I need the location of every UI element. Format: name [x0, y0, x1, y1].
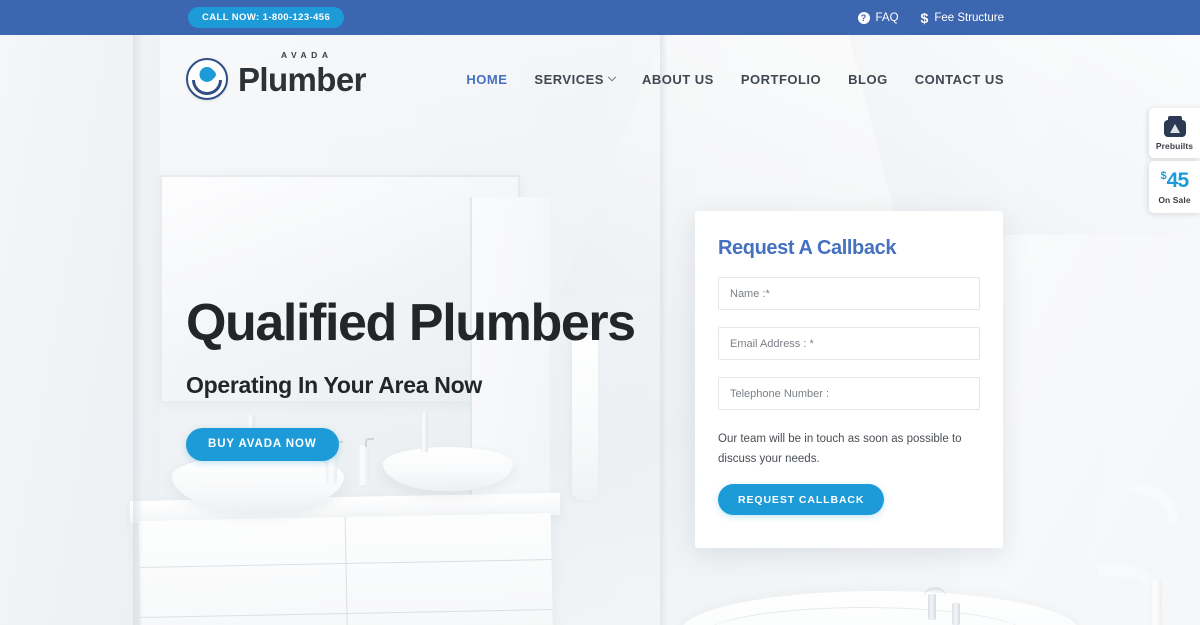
nav-item-blog[interactable]: BLOG — [848, 72, 888, 87]
nav-item-services[interactable]: SERVICES — [534, 72, 617, 87]
faq-label: FAQ — [875, 11, 899, 24]
nav-item-about-us[interactable]: ABOUT US — [642, 72, 714, 87]
bathtub-tap-a — [928, 594, 936, 620]
on-sale-widget[interactable]: $ 45 On Sale — [1149, 161, 1200, 213]
callback-note-line-2: discuss your needs. — [718, 453, 820, 466]
callback-form-title: Request A Callback — [718, 237, 897, 259]
callback-form-note: Our team will be in touch as soon as pos… — [718, 429, 968, 469]
floating-side-widgets: Prebuilts $ 45 On Sale — [1149, 108, 1200, 213]
call-now-button[interactable]: CALL NOW: 1-800-123-456 — [188, 7, 345, 28]
request-callback-button[interactable]: REQUEST CALLBACK — [718, 484, 885, 516]
top-utility-bar: CALL NOW: 1-800-123-456 ? FAQ $ Fee Stru… — [0, 0, 1200, 35]
nav-item-contact-us[interactable]: CONTACT US — [915, 72, 1004, 87]
hero-text-block: Qualified Plumbers Operating In Your Are… — [186, 294, 636, 461]
shower-glass-panel-left — [133, 35, 143, 625]
nav-label-home: HOME — [466, 72, 508, 87]
nav-label-blog: BLOG — [848, 72, 888, 87]
fee-structure-label: Fee Structure — [934, 11, 1004, 24]
nav-label-contact-us: CONTACT US — [914, 72, 1004, 87]
nav-item-home[interactable]: HOME — [466, 72, 507, 87]
water-drop-circle-logo-icon — [186, 58, 228, 100]
nav-label-services: SERVICES — [534, 72, 604, 87]
nav-label-about-us: ABOUT US — [641, 72, 714, 87]
avada-prebuilts-box-icon — [1163, 116, 1186, 137]
logo-wordmark: AVADA Plumber — [238, 50, 366, 98]
nav-label-portfolio: PORTFOLIO — [740, 72, 822, 87]
main-navigation: HOME SERVICES ABOUT US PORTFOLIO BLOG CO… — [466, 72, 1004, 87]
prebuilts-widget-label: Prebuilts — [1155, 141, 1194, 151]
name-field[interactable]: Name :* — [718, 277, 980, 310]
question-circle-icon: ? — [857, 11, 870, 24]
dollar-sign-icon: $ — [920, 9, 929, 26]
request-callback-card: Request A Callback Name :* Email Address… — [695, 211, 1003, 548]
top-utility-links: ? FAQ $ Fee Structure — [857, 0, 1004, 35]
logo-bowl-shape — [192, 80, 222, 95]
callback-note-line-1: Our team will be in touch as soon as pos… — [718, 433, 962, 445]
prebuilts-widget[interactable]: Prebuilts — [1149, 108, 1200, 158]
telephone-field-placeholder: Telephone Number : — [730, 387, 830, 400]
chevron-down-icon — [607, 72, 617, 81]
email-field-placeholder: Email Address : * — [730, 337, 814, 350]
nav-item-portfolio[interactable]: PORTFOLIO — [741, 72, 821, 87]
telephone-field[interactable]: Telephone Number : — [718, 377, 980, 410]
name-field-placeholder: Name :* — [730, 287, 770, 300]
hero-subheading: Operating In Your Area Now — [186, 371, 482, 398]
page-root: CALL NOW: 1-800-123-456 ? FAQ $ Fee Stru… — [0, 0, 1200, 625]
fee-structure-link[interactable]: $ Fee Structure — [921, 11, 1004, 25]
sale-amount: 45 — [1166, 169, 1190, 192]
sale-price: $ 45 — [1161, 169, 1190, 192]
shower-glass-panel-right — [660, 35, 668, 625]
hero-heading: Qualified Plumbers — [186, 294, 636, 352]
email-field[interactable]: Email Address : * — [718, 327, 980, 360]
on-sale-widget-label: On Sale — [1158, 195, 1191, 205]
vanity-cabinet — [138, 513, 554, 625]
buy-avada-now-button[interactable]: BUY AVADA NOW — [186, 427, 339, 461]
logo-brand-small: AVADA — [281, 49, 333, 60]
tall-faucet-stem — [1150, 580, 1162, 625]
faq-link[interactable]: ? FAQ — [857, 11, 899, 24]
site-logo[interactable]: AVADA Plumber — [186, 50, 366, 100]
bathtub-tap-b — [952, 603, 960, 625]
logo-brand-main: Plumber — [238, 60, 366, 98]
